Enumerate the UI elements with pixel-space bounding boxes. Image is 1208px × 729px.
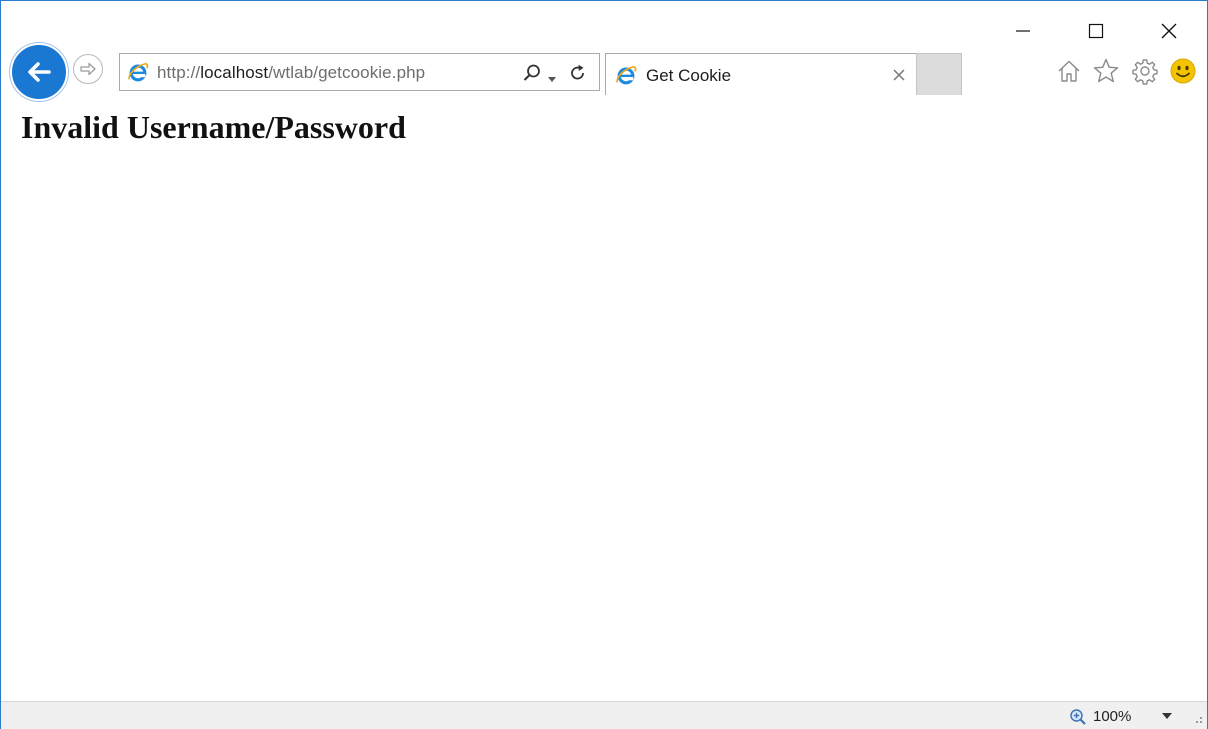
- maximize-icon: [1088, 23, 1104, 39]
- chevron-down-icon[interactable]: [1161, 713, 1173, 720]
- url-scheme: http://: [157, 63, 201, 82]
- tab-get-cookie[interactable]: Get Cookie: [605, 53, 917, 95]
- back-button[interactable]: [10, 43, 68, 101]
- close-window-button[interactable]: [1149, 15, 1189, 47]
- address-search-button[interactable]: [522, 63, 542, 88]
- browser-window: http://localhost/wtlab/getcookie.php Get…: [0, 0, 1208, 729]
- tab-close-button[interactable]: [891, 67, 907, 83]
- ie-logo-icon: [616, 65, 637, 85]
- zoom-magnifier-icon[interactable]: [1069, 708, 1087, 726]
- status-bar: 100%: [1, 701, 1207, 729]
- new-tab-button[interactable]: [916, 53, 962, 95]
- page-heading: Invalid Username/Password: [21, 109, 406, 145]
- url-host: localhost: [200, 63, 269, 82]
- refresh-button[interactable]: [568, 63, 588, 88]
- home-icon: [1058, 60, 1080, 82]
- feedback-smiley-icon: [1170, 58, 1196, 84]
- back-arrow-icon: [28, 62, 51, 82]
- chevron-down-icon: [548, 77, 556, 82]
- minimize-button[interactable]: [1003, 15, 1043, 47]
- forward-arrow-icon: [80, 62, 96, 76]
- page-content: Invalid Username/Password: [1, 95, 1207, 701]
- close-icon: [893, 69, 905, 81]
- url-text[interactable]: http://localhost/wtlab/getcookie.php: [157, 63, 425, 83]
- forward-button[interactable]: [73, 54, 103, 84]
- favorites-button[interactable]: [1092, 57, 1120, 85]
- ie-logo-icon: [128, 62, 149, 82]
- resize-grip-icon[interactable]: [1195, 716, 1203, 724]
- close-icon: [1161, 23, 1177, 39]
- address-bar[interactable]: http://localhost/wtlab/getcookie.php: [119, 53, 600, 91]
- refresh-icon: [571, 64, 584, 80]
- maximize-button[interactable]: [1076, 15, 1116, 47]
- feedback-button[interactable]: [1169, 57, 1197, 85]
- zoom-level[interactable]: 100%: [1093, 708, 1131, 725]
- url-path: /wtlab/getcookie.php: [268, 63, 426, 82]
- home-button[interactable]: [1055, 57, 1083, 85]
- settings-button[interactable]: [1131, 57, 1159, 85]
- favorites-star-icon: [1093, 58, 1119, 83]
- settings-gear-icon: [1132, 59, 1158, 85]
- address-dropdown-button[interactable]: [547, 70, 557, 88]
- tab-title: Get Cookie: [646, 66, 732, 85]
- minimize-icon: [1016, 30, 1030, 32]
- search-icon: [523, 64, 540, 81]
